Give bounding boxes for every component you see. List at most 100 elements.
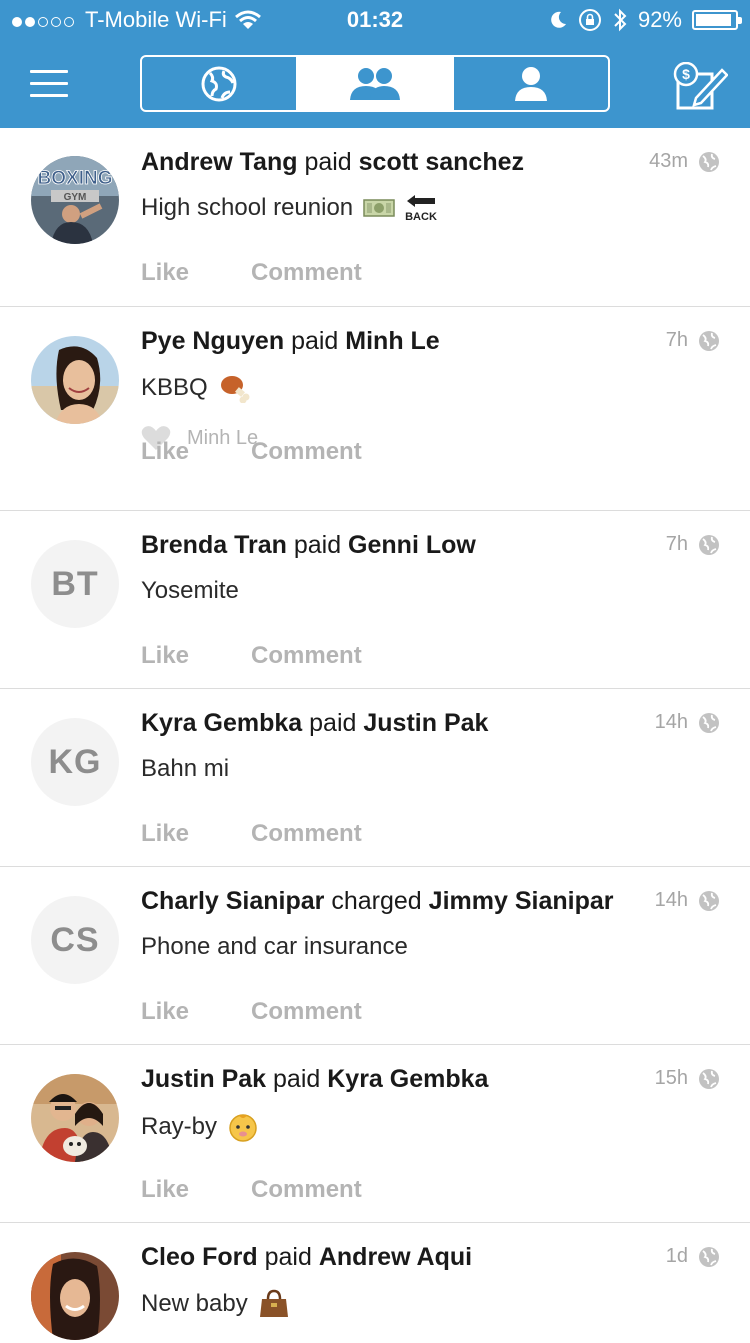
payment-note: Yosemite — [141, 577, 239, 604]
payment-note: Ray-by — [141, 1111, 259, 1143]
payment-note: Phone and car insurance — [141, 933, 408, 960]
feed-item: Pye Nguyen paid Minh Le 7h KBBQ Minh Le … — [0, 307, 750, 511]
hamburger-icon — [30, 70, 68, 73]
transaction-title: Cleo Ford paid Andrew Aqui — [141, 1243, 473, 1271]
tab-public[interactable] — [142, 57, 296, 110]
globe-icon — [699, 890, 719, 911]
money-emoji-icon — [363, 199, 395, 217]
friends-icon — [350, 67, 400, 100]
timestamp: 15h — [655, 1067, 720, 1090]
svg-text:$: $ — [682, 66, 690, 82]
actor-name[interactable]: Cleo Ford — [141, 1243, 258, 1271]
feed-actions: Like Comment — [141, 438, 362, 466]
avatar-photo — [31, 1252, 119, 1340]
globe-icon — [699, 330, 719, 351]
transaction-title: Justin Pak paid Kyra Gembka — [141, 1065, 489, 1093]
svg-text:BACK: BACK — [405, 211, 437, 222]
transaction-title: Charly Sianipar charged Jimmy Sianipar — [141, 887, 614, 915]
target-name[interactable]: Minh Le — [345, 327, 439, 355]
feed-actions: Like Comment — [141, 1176, 362, 1204]
avatar[interactable]: CS — [31, 896, 119, 984]
feed-item: BT Brenda Tran paid Genni Low 7h Yosemit… — [0, 511, 750, 689]
moon-icon — [551, 11, 566, 28]
transaction-title: Kyra Gembka paid Justin Pak — [141, 709, 489, 737]
battery-icon — [692, 10, 742, 30]
globe-icon — [699, 712, 719, 733]
payment-note: New baby — [141, 1289, 290, 1319]
timestamp: 1d — [666, 1245, 720, 1268]
activity-feed: BOXING GYM Andrew Tang paid scott sanche… — [0, 128, 750, 1343]
actor-name[interactable]: Brenda Tran — [141, 531, 287, 559]
timestamp: 14h — [655, 889, 720, 912]
avatar[interactable] — [31, 1252, 119, 1340]
feed-item: BOXING GYM Andrew Tang paid scott sanche… — [0, 128, 750, 307]
avatar-photo — [31, 336, 119, 424]
person-icon — [515, 66, 547, 101]
comment-button[interactable]: Comment — [251, 998, 362, 1026]
like-button[interactable]: Like — [141, 642, 189, 670]
status-bar: T-Mobile Wi-Fi 01:32 92% — [0, 0, 750, 40]
timestamp: 14h — [655, 711, 720, 734]
like-button[interactable]: Like — [141, 438, 189, 466]
feed-item: Cleo Ford paid Andrew Aqui 1d New baby — [0, 1223, 750, 1343]
target-name[interactable]: Jimmy Sianipar — [429, 887, 614, 915]
transaction-title: Andrew Tang paid scott sanchez — [141, 148, 524, 176]
payment-note: High school reunion BACK — [141, 194, 438, 222]
globe-icon — [201, 66, 237, 101]
like-button[interactable]: Like — [141, 998, 189, 1026]
globe-icon — [699, 151, 719, 172]
target-name[interactable]: Kyra Gembka — [327, 1065, 488, 1093]
target-name[interactable]: Genni Low — [348, 531, 476, 559]
like-button[interactable]: Like — [141, 820, 189, 848]
avatar[interactable]: BOXING GYM — [31, 156, 119, 244]
avatar[interactable]: BT — [31, 540, 119, 628]
rotation-lock-icon — [578, 9, 601, 31]
feed-item: Justin Pak paid Kyra Gembka 15h Ray-by L… — [0, 1045, 750, 1223]
timestamp: 43m — [649, 150, 720, 173]
menu-button[interactable] — [30, 70, 68, 100]
compose-payment-icon: $ — [673, 61, 729, 110]
feed-item: CS Charly Sianipar charged Jimmy Sianipa… — [0, 867, 750, 1045]
avatar[interactable] — [31, 336, 119, 424]
svg-text:GYM: GYM — [64, 192, 87, 203]
globe-icon — [699, 1068, 719, 1089]
battery-percent: 92% — [637, 7, 682, 32]
avatar-photo: BOXING GYM — [31, 156, 119, 244]
feed-actions: Like Comment — [141, 998, 362, 1026]
feed-actions: Like Comment — [141, 820, 362, 848]
actor-name[interactable]: Kyra Gembka — [141, 709, 302, 737]
globe-icon — [699, 1246, 719, 1267]
actor-name[interactable]: Justin Pak — [141, 1065, 266, 1093]
feed-actions: Like Comment — [141, 259, 362, 287]
handbag-emoji-icon — [259, 1289, 288, 1317]
transaction-title: Brenda Tran paid Genni Low — [141, 531, 476, 559]
meat-on-bone-emoji-icon — [220, 376, 250, 403]
actor-name[interactable]: Andrew Tang — [141, 148, 297, 176]
pay-or-charge-button[interactable]: $ — [672, 61, 729, 112]
target-name[interactable]: scott sanchez — [359, 148, 524, 176]
bluetooth-icon — [614, 8, 627, 32]
comment-button[interactable]: Comment — [251, 642, 362, 670]
tab-friends[interactable] — [296, 57, 452, 110]
comment-button[interactable]: Comment — [251, 259, 362, 287]
like-button[interactable]: Like — [141, 259, 189, 287]
comment-button[interactable]: Comment — [251, 438, 362, 466]
back-arrow-emoji-icon: BACK — [405, 195, 437, 222]
comment-button[interactable]: Comment — [251, 1176, 362, 1204]
tab-mine[interactable] — [452, 57, 608, 110]
like-button[interactable]: Like — [141, 1176, 189, 1204]
globe-icon — [699, 534, 719, 555]
svg-text:BOXING: BOXING — [38, 168, 113, 189]
target-name[interactable]: Justin Pak — [363, 709, 488, 737]
payment-note: KBBQ — [141, 373, 252, 403]
target-name[interactable]: Andrew Aqui — [319, 1243, 472, 1271]
actor-name[interactable]: Pye Nguyen — [141, 327, 284, 355]
feed-item: KG Kyra Gembka paid Justin Pak 14h Bahn … — [0, 689, 750, 867]
avatar[interactable] — [31, 1074, 119, 1162]
comment-button[interactable]: Comment — [251, 820, 362, 848]
baby-emoji-icon — [229, 1114, 257, 1142]
avatar-photo — [31, 1074, 119, 1162]
feed-actions: Like Comment — [141, 642, 362, 670]
actor-name[interactable]: Charly Sianipar — [141, 887, 324, 915]
avatar[interactable]: KG — [31, 718, 119, 806]
